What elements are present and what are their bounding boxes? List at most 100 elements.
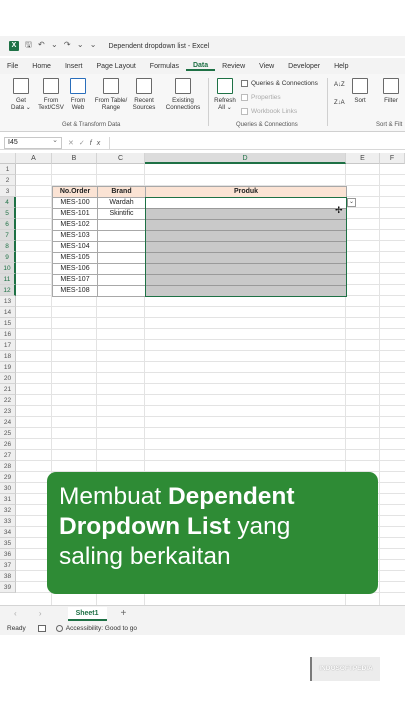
tab-home[interactable]: Home	[25, 63, 58, 70]
tab-data[interactable]: Data	[185, 62, 216, 71]
row-header[interactable]: 24	[0, 417, 16, 428]
row-header[interactable]: 18	[0, 351, 16, 362]
row-header[interactable]: 38	[0, 571, 16, 582]
row-header[interactable]: 16	[0, 329, 16, 340]
gridline-row	[16, 372, 405, 373]
tab-help[interactable]: Help	[327, 63, 355, 70]
sheet-nav-arrows[interactable]: ‹ ›	[14, 609, 52, 618]
row-header[interactable]: 21	[0, 384, 16, 395]
tab-review[interactable]: Review	[215, 63, 252, 70]
existing-connections-button[interactable]: Existing Connections	[162, 78, 204, 111]
sort-icon	[352, 78, 368, 94]
refresh-all-button[interactable]: Refresh All ⌄	[211, 78, 239, 111]
produk-cell[interactable]	[145, 285, 347, 297]
tab-formulas[interactable]: Formulas	[143, 63, 186, 70]
cancel-icon[interactable]: ✕	[68, 140, 79, 147]
row-header[interactable]: 32	[0, 505, 16, 516]
tab-page-layout[interactable]: Page Layout	[89, 63, 142, 70]
gridline-column	[379, 164, 380, 605]
column-header-e[interactable]: E	[346, 153, 380, 164]
row-header[interactable]: 4	[0, 197, 16, 208]
recent-sources-button[interactable]: Recent Sources	[130, 78, 158, 111]
column-header-a[interactable]: A	[16, 153, 52, 164]
row-header[interactable]: 13	[0, 296, 16, 307]
refresh-icon	[217, 78, 233, 94]
properties-icon	[241, 94, 248, 101]
row-header[interactable]: 8	[0, 241, 16, 252]
queries-connections-button[interactable]: Queries & Connections	[241, 80, 318, 87]
gridline-row	[16, 174, 405, 175]
sort-button[interactable]: Sort	[350, 78, 370, 104]
row-header[interactable]: 25	[0, 428, 16, 439]
tab-insert[interactable]: Insert	[58, 63, 90, 70]
row-header[interactable]: 27	[0, 450, 16, 461]
dropdown-arrow-icon[interactable]: ⌄	[347, 198, 356, 207]
row-header[interactable]: 23	[0, 406, 16, 417]
row-header[interactable]: 7	[0, 230, 16, 241]
from-table-button[interactable]: From Table/ Range	[92, 78, 130, 111]
accessibility-icon	[55, 624, 63, 632]
gridline-row	[16, 328, 405, 329]
row-header[interactable]: 2	[0, 175, 16, 186]
properties-button[interactable]: Properties	[241, 94, 281, 101]
banner-line-2: Dropdown List yang	[59, 513, 291, 540]
brand-cell[interactable]	[97, 285, 146, 297]
sheet-tab-sheet1[interactable]: Sheet1	[67, 606, 107, 621]
row-header[interactable]: 34	[0, 527, 16, 538]
row-header[interactable]: 1	[0, 164, 16, 175]
row-header[interactable]: 15	[0, 318, 16, 329]
row-header[interactable]: 11	[0, 274, 16, 285]
row-header[interactable]: 20	[0, 373, 16, 384]
column-header-c[interactable]: C	[97, 153, 145, 164]
row-header[interactable]: 36	[0, 549, 16, 560]
row-header[interactable]: 10	[0, 263, 16, 274]
watermark-logo: INDOSOFTPEDIA	[310, 657, 380, 681]
column-header-d[interactable]: D	[145, 153, 346, 164]
sort-az-button[interactable]: A↓Z	[334, 82, 345, 88]
gridline-row	[16, 460, 405, 461]
cursor-cross-icon: ✢	[335, 205, 343, 215]
from-web-button[interactable]: From Web	[67, 78, 89, 111]
formula-input[interactable]	[109, 136, 405, 149]
from-text-button[interactable]: From Text/CSV	[36, 78, 66, 111]
row-header[interactable]: 22	[0, 395, 16, 406]
workbook-links-button[interactable]: Workbook Links	[241, 108, 297, 115]
tab-view[interactable]: View	[252, 63, 281, 70]
row-header[interactable]: 6	[0, 219, 16, 230]
row-header[interactable]: 26	[0, 439, 16, 450]
get-data-button[interactable]: Get Data ⌄	[8, 78, 34, 111]
select-all-corner[interactable]	[0, 153, 16, 164]
row-header[interactable]: 12	[0, 285, 16, 296]
row-header[interactable]: 30	[0, 483, 16, 494]
accessibility-status[interactable]: Accessibility: Good to go	[66, 625, 137, 632]
row-header[interactable]: 39	[0, 582, 16, 593]
row-header[interactable]: 17	[0, 340, 16, 351]
row-header[interactable]: 31	[0, 494, 16, 505]
row-header[interactable]: 29	[0, 472, 16, 483]
row-header[interactable]: 5	[0, 208, 16, 219]
tab-file[interactable]: File	[0, 63, 25, 70]
fx-icon[interactable]: fx	[90, 140, 105, 147]
row-header[interactable]: 37	[0, 560, 16, 571]
row-header[interactable]: 19	[0, 362, 16, 373]
add-sheet-button[interactable]: +	[121, 608, 127, 619]
row-header[interactable]: 14	[0, 307, 16, 318]
document-title: Dependent dropdown list - Excel	[108, 42, 210, 50]
row-header[interactable]: 28	[0, 461, 16, 472]
check-icon[interactable]: ✓	[79, 140, 90, 147]
column-header-f[interactable]: F	[380, 153, 405, 164]
sort-za-button[interactable]: Z↓A	[334, 100, 345, 106]
gridline-row	[16, 394, 405, 395]
row-header[interactable]: 3	[0, 186, 16, 197]
status-ready: Ready	[7, 624, 26, 632]
row-header[interactable]: 33	[0, 516, 16, 527]
row-header[interactable]: 35	[0, 538, 16, 549]
name-box[interactable]: I45	[4, 136, 62, 149]
order-id-cell[interactable]: MES-108	[52, 285, 98, 297]
column-header-b[interactable]: B	[52, 153, 97, 164]
banner-line-1: Membuat Dependent	[59, 483, 295, 510]
row-header[interactable]: 9	[0, 252, 16, 263]
quick-access-toolbar[interactable]: 🖫 ↶ ⌄ ↷ ⌄ ⌄	[25, 39, 98, 53]
tab-developer[interactable]: Developer	[281, 63, 327, 70]
filter-button[interactable]: Filter	[380, 78, 402, 104]
